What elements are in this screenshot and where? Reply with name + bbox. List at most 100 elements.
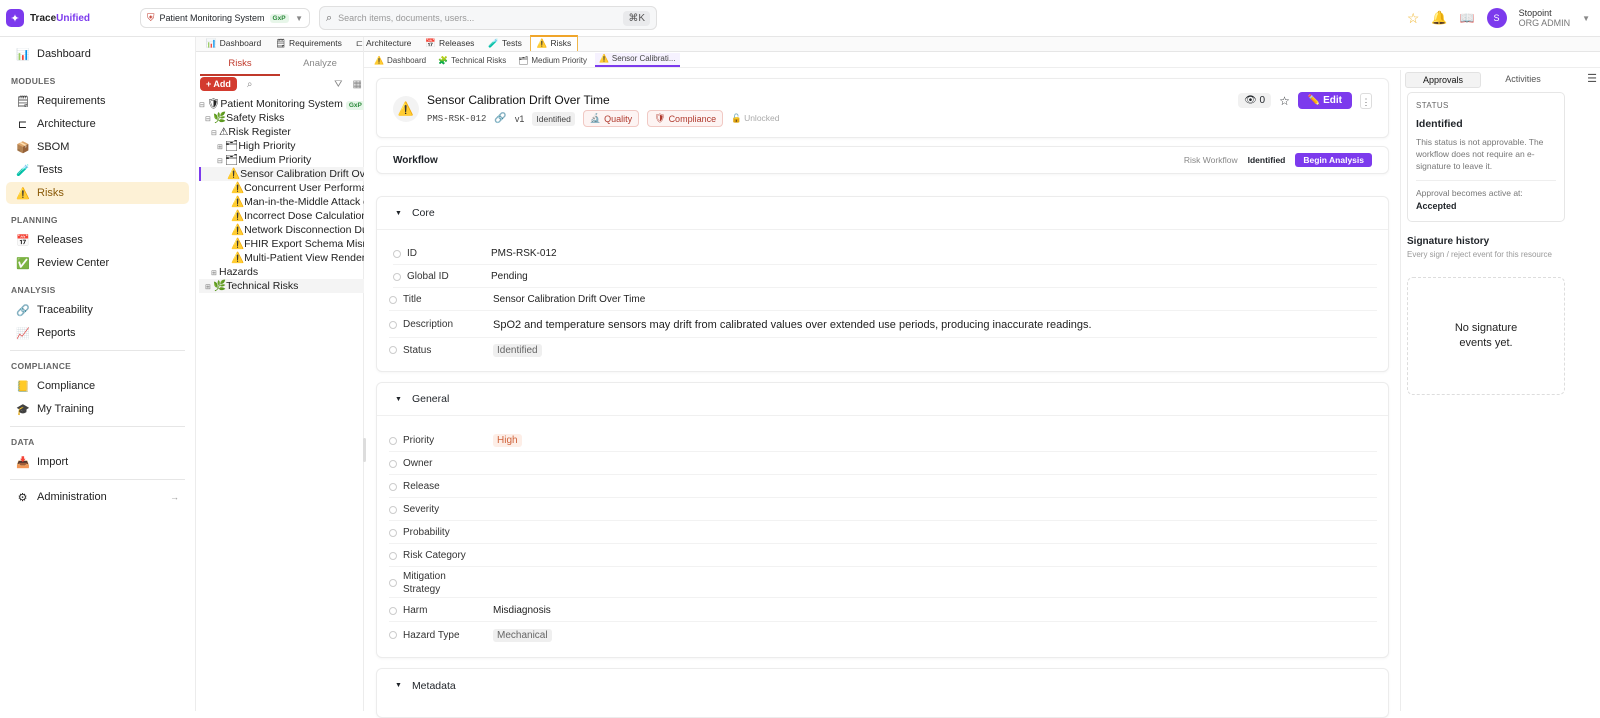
collapse-icon[interactable]: ⊟ <box>205 113 213 125</box>
user-role: ORG ADMIN <box>1518 18 1571 28</box>
avatar[interactable]: S <box>1486 8 1507 28</box>
expand-icon[interactable]: ⊞ <box>217 141 225 153</box>
workflow-title: Workflow <box>393 154 438 166</box>
docs-icon[interactable]: 📖 <box>1460 11 1475 25</box>
sidebar-item-reports[interactable]: 📈 Reports <box>6 322 189 344</box>
more-icon[interactable]: ⋮ <box>1360 92 1372 109</box>
collapse-icon[interactable]: ⊟ <box>199 99 207 111</box>
tree-node[interactable]: ⚠️Incorrect Dose Calculation <box>199 209 364 223</box>
bell-icon[interactable]: 🔔 <box>1431 10 1447 26</box>
tree-node[interactable]: ⚠️Network Disconnection During <box>199 223 364 237</box>
search-input[interactable]: Search items, documents, users... <box>338 13 474 23</box>
tree-node-label: Medium Priority <box>238 154 312 166</box>
right-panel: Approvals Activities ☰ STATUS Identified… <box>1400 70 1600 711</box>
field-value[interactable]: High <box>493 434 522 447</box>
trend-icon: 📈 <box>16 327 30 340</box>
tab-activities[interactable]: Activities <box>1485 72 1561 88</box>
field-value[interactable]: Mechanical <box>493 628 552 642</box>
sidebar-item-my-training[interactable]: 🎓 My Training <box>6 398 189 420</box>
search-icon[interactable]: ⌕ <box>247 79 253 90</box>
collapse-icon[interactable]: ⊟ <box>217 155 225 167</box>
sidebar-item-traceability[interactable]: 🔗 Traceability <box>6 299 189 321</box>
add-button[interactable]: + Add <box>200 77 237 91</box>
tree-node[interactable]: ⊟ 🛡Patient Monitoring System GxP <box>199 97 364 111</box>
tree-node[interactable]: ⚠️Concurrent User Performance <box>199 181 364 195</box>
field-row: Risk Category <box>389 545 1377 567</box>
tab-risks-tree[interactable]: Risks <box>200 55 280 76</box>
tag-compliance[interactable]: 🛡 Compliance <box>647 110 724 127</box>
sidebar-item-label: Requirements <box>37 95 106 107</box>
sidebar-item-risks[interactable]: ⚠️ Risks <box>6 182 189 204</box>
tab-analyze[interactable]: Analyze <box>280 55 360 76</box>
tree-node[interactable]: ⊟ 🌿Safety Risks <box>199 111 364 125</box>
collapse-icon[interactable]: ⊟ <box>211 127 219 139</box>
core-section-header[interactable]: ▼ Core <box>377 197 1388 230</box>
tree-node[interactable]: ⊞ 🌿Technical Risks <box>199 279 364 293</box>
subtab-dashboard[interactable]: ⚠️ Dashboard <box>370 55 430 67</box>
edit-button[interactable]: ✏️ Edit <box>1297 92 1352 109</box>
test-tube-icon: 🧪 <box>488 38 500 48</box>
sidebar-item-dashboard[interactable]: 📊 Dashboard <box>6 43 189 65</box>
watch-button[interactable]: 👁 0 <box>1238 93 1272 108</box>
field-value[interactable]: Sensor Calibration Drift Over Time <box>493 294 645 305</box>
field-value[interactable]: Misdiagnosis <box>493 605 551 616</box>
sidebar-item-review-center[interactable]: ✅ Review Center <box>6 252 189 274</box>
sidebar-item-label: Reports <box>37 327 76 339</box>
field-label: Harm <box>403 605 428 616</box>
filter-icon[interactable]: ⛛ <box>334 79 342 90</box>
gear-icon: ⚙ <box>17 491 28 504</box>
tree-node-label: Hazards <box>219 266 259 278</box>
field-indicator <box>389 320 397 329</box>
subtab-medium-priority[interactable]: 🗂 Medium Priority <box>514 55 591 67</box>
status-description: This status is not approvable. The workf… <box>1416 137 1544 171</box>
begin-analysis-button[interactable]: Begin Analysis <box>1295 153 1372 167</box>
chart-icon: 📊 <box>16 48 30 61</box>
tree-node[interactable]: ⚠️Man-in-the-Middle Attack on <box>199 195 364 209</box>
sidebar-item-tests[interactable]: 🧪 Tests <box>6 159 189 181</box>
ledger-icon: 📒 <box>16 380 30 393</box>
sidebar-item-sbom[interactable]: 📦 SBOM <box>6 136 189 158</box>
chevron-down-icon[interactable]: ▼ <box>1582 14 1590 23</box>
link-icon[interactable]: 🔗 <box>494 113 506 124</box>
tree-node-selected[interactable]: ⚠️Sensor Calibration Drift Over Time <box>199 167 364 181</box>
star-icon[interactable]: ☆ <box>1407 10 1420 27</box>
tree-node[interactable]: ⊟ 🗂Medium Priority <box>199 153 364 167</box>
user-menu[interactable]: Stopoint ORG ADMIN <box>1519 8 1571 28</box>
subtab-sensor-calibration[interactable]: ⚠️ Sensor Calibrati... <box>594 53 680 67</box>
tree-node[interactable]: ⊞ Hazards <box>199 265 364 279</box>
app-logo[interactable]: ✦ TraceUnified <box>6 9 134 27</box>
expand-icon[interactable]: ⊞ <box>211 267 219 279</box>
layout-icon[interactable]: ▦ <box>353 79 362 90</box>
resize-handle[interactable] <box>363 438 366 462</box>
package-icon: 📦 <box>16 141 30 154</box>
tree-node[interactable]: ⚠️Multi-Patient View Rendering <box>199 251 364 265</box>
subtab-technical-risks[interactable]: 🧩 Technical Risks <box>434 55 510 67</box>
tree-node[interactable]: ⊟ ⚠Risk Register <box>199 125 364 139</box>
sidebar-item-administration[interactable]: ⚙ Administration → <box>6 486 189 508</box>
field-row: Probability <box>389 522 1377 544</box>
section-data: DATA <box>11 437 35 447</box>
tree-node-label: Safety Risks <box>226 112 285 124</box>
sidebar-item-releases[interactable]: 📅 Releases <box>6 229 189 251</box>
global-search[interactable]: ⌕ Search items, documents, users... ⌘K <box>319 6 657 30</box>
sidebar-item-compliance[interactable]: 📒 Compliance <box>6 375 189 397</box>
sidebar-item-architecture[interactable]: ⊏ Architecture <box>6 113 189 135</box>
general-section-header[interactable]: ▼ General <box>377 383 1388 416</box>
tab-tests[interactable]: 🧪 Tests <box>482 37 527 51</box>
tree-node-label: Sensor Calibration Drift Over Time <box>240 168 364 180</box>
tree-node[interactable]: ⚠️FHIR Export Schema Mismatch <box>199 237 364 251</box>
tab-risks[interactable]: ⚠️ Risks <box>529 35 579 51</box>
risk-tree: ⊟ 🛡Patient Monitoring System GxP ⊟ 🌿Safety… <box>199 97 364 293</box>
sidebar-item-import[interactable]: 📥 Import <box>6 451 189 473</box>
tab-approvals[interactable]: Approvals <box>1405 72 1481 88</box>
tab-releases[interactable]: 📅 Releases <box>419 37 480 51</box>
menu-icon[interactable]: ☰ <box>1587 72 1597 88</box>
sidebar-item-requirements[interactable]: 🗒 Requirements <box>6 90 189 112</box>
tag-quality[interactable]: 🔬 Quality <box>582 110 640 127</box>
project-switcher[interactable]: ⛨ Patient Monitoring System GxP ▼ <box>140 8 310 28</box>
field-value[interactable]: SpO2 and temperature sensors may drift f… <box>493 319 1092 331</box>
star-icon[interactable]: ☆ <box>1279 94 1290 108</box>
metadata-section-header[interactable]: ▼ Metadata <box>377 669 1388 702</box>
tree-node[interactable]: ⊞ 🗂High Priority <box>199 139 364 153</box>
expand-icon[interactable]: ⊞ <box>205 281 213 293</box>
